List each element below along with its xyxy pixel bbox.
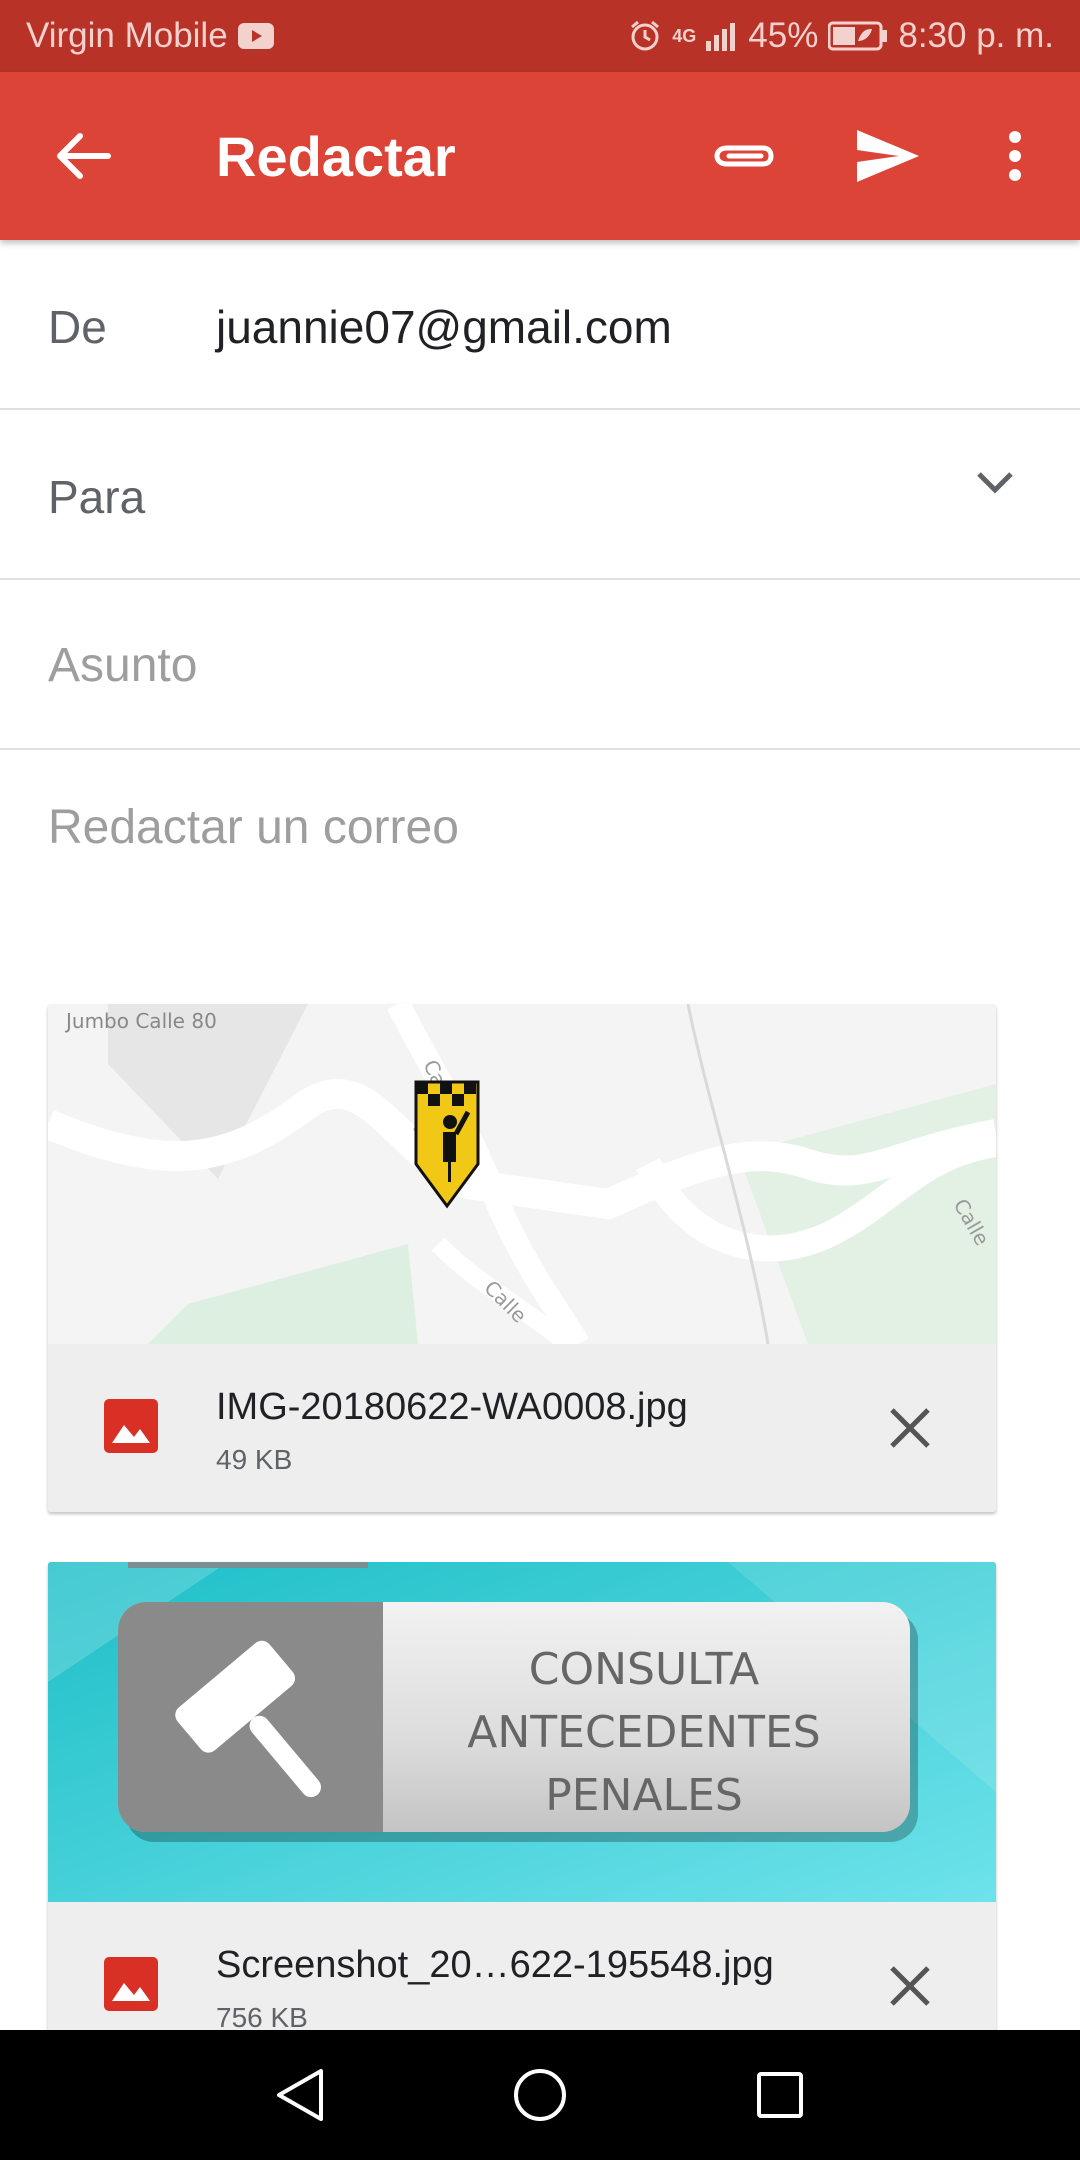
image-file-icon (104, 1957, 158, 2016)
body-input[interactable]: Redactar un correo (48, 800, 459, 855)
signal-icon (706, 21, 738, 51)
preview-line-penales: PENALES (545, 1770, 743, 1821)
status-bar-right: 4G 45% 8:30 p. m. (628, 16, 1054, 56)
attachment-card[interactable]: CONSULTA ANTECEDENTES PENALES Screenshot… (48, 1562, 996, 2070)
toolbar-title: Redactar (216, 125, 456, 188)
more-vert-icon[interactable] (990, 120, 1040, 192)
status-bar: Virgin Mobile 4G 45% 8:30 p. m. (0, 0, 1080, 72)
send-icon[interactable] (848, 120, 928, 192)
subject-input[interactable]: Asunto (48, 638, 197, 693)
carrier-name: Virgin Mobile (26, 16, 228, 55)
map-label-jumbo: Jumbo Calle 80 (64, 1009, 217, 1033)
home-circle-icon[interactable] (500, 2055, 580, 2135)
subject-row[interactable]: Asunto (0, 580, 1080, 750)
youtube-icon (237, 23, 274, 49)
preview-line-consulta: CONSULTA (529, 1644, 759, 1695)
alarm-icon (628, 19, 662, 53)
back-arrow-icon[interactable] (48, 120, 120, 192)
from-label: De (48, 301, 107, 353)
recents-square-icon[interactable] (740, 2055, 820, 2135)
attachment-preview-screenshot: CONSULTA ANTECEDENTES PENALES (48, 1562, 996, 1902)
attachment-filename: IMG-20180622-WA0008.jpg (216, 1386, 688, 1428)
attachment-filename: Screenshot_20…622-195548.jpg (216, 1944, 774, 1986)
from-row: De juannie07@gmail.com (0, 240, 1080, 410)
paperclip-icon[interactable] (704, 120, 784, 192)
attachment-info: IMG-20180622-WA0008.jpg 49 KB (48, 1344, 996, 1512)
remove-attachment-close-icon[interactable] (884, 1960, 936, 2012)
status-time: 8:30 p. m. (898, 16, 1054, 55)
chevron-down-icon[interactable] (975, 470, 1015, 501)
back-triangle-icon[interactable] (260, 2055, 340, 2135)
status-bar-left: Virgin Mobile (26, 16, 274, 56)
preview-line-antecedentes: ANTECEDENTES (467, 1707, 820, 1758)
attachment-preview-map: Jumbo Calle 80 Calle 80 Calle Calle (48, 1004, 996, 1344)
app-toolbar: Redactar (0, 72, 1080, 240)
attachment-card[interactable]: Jumbo Calle 80 Calle 80 Calle Calle IMG-… (48, 1004, 996, 1512)
battery-percent: 45% (748, 16, 819, 55)
remove-attachment-close-icon[interactable] (884, 1402, 936, 1454)
to-label: Para (48, 471, 146, 523)
from-account[interactable]: juannie07@gmail.com (216, 300, 672, 354)
system-nav-bar (0, 2030, 1080, 2160)
network-type: 4G (672, 25, 697, 46)
image-file-icon (104, 1399, 158, 1458)
battery-icon (828, 21, 888, 51)
attachment-filesize: 49 KB (216, 1444, 293, 1475)
to-row[interactable]: Para (0, 410, 1080, 580)
